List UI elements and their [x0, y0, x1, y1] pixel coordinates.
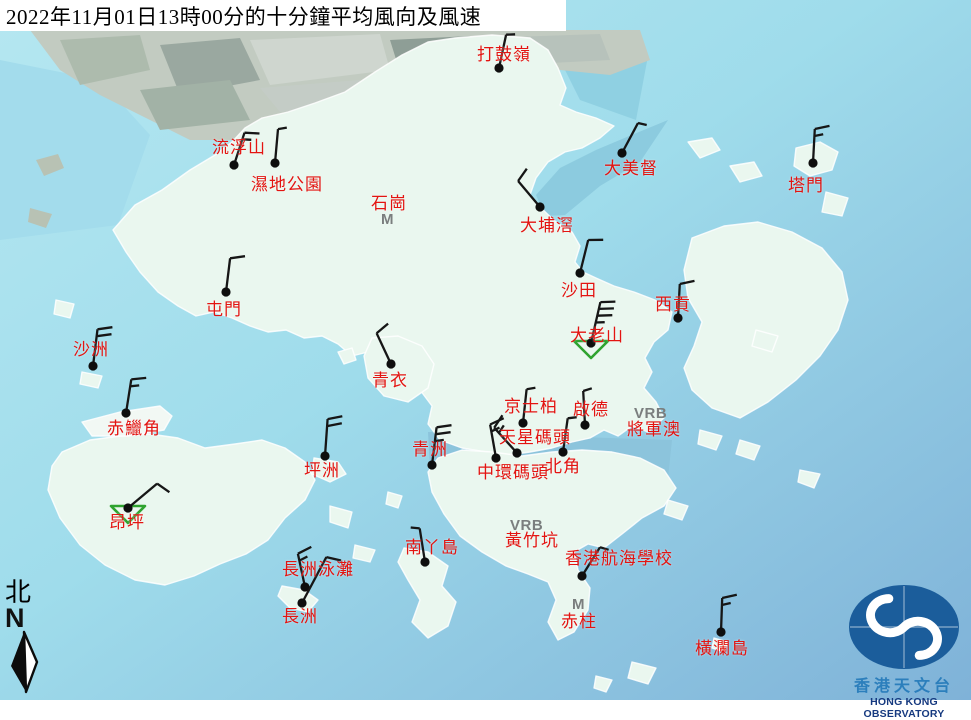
north-arrow-icon [2, 630, 48, 694]
north-indicator: 北 N [2, 580, 48, 700]
hong-kong-basemap [0, 0, 971, 700]
wind-map-canvas: 打鼓嶺流浮山濕地公園石崗M大美督塔門大埔滘沙田屯門西貢沙洲大老山青衣赤鱲角京士柏… [0, 0, 971, 700]
map-title: 2022年11月01日13時00分的十分鐘平均風向及風速 [6, 1, 481, 31]
logo-name-english: HONG KONG OBSERVATORY [837, 696, 971, 720]
north-label-letter: N [5, 606, 48, 630]
observatory-emblem-icon [846, 582, 962, 672]
logo-name-chinese: 香港天文台 [837, 678, 971, 696]
observatory-logo: 香港天文台 HONG KONG OBSERVATORY [837, 582, 971, 700]
title-bar: 2022年11月01日13時00分的十分鐘平均風向及風速 [0, 0, 566, 31]
